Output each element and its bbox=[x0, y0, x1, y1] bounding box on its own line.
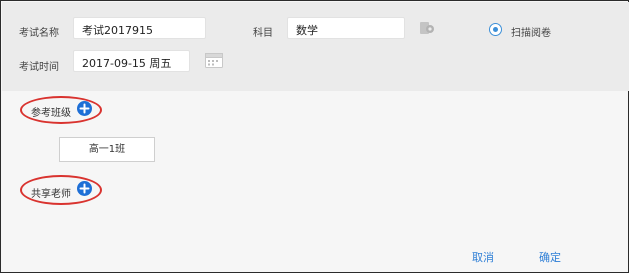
class-chip[interactable]: 高一1班 bbox=[59, 137, 155, 162]
exam-time-label: 考试时间 bbox=[19, 62, 59, 73]
exam-name-label: 考试名称 bbox=[19, 28, 59, 39]
shared-teachers-title: 共享老师 bbox=[31, 189, 71, 200]
subject-label: 科目 bbox=[253, 28, 273, 39]
cancel-button[interactable]: 取消 bbox=[472, 249, 494, 265]
dialog: 考试名称 考试2017915 科目 数学 扫描阅卷 考试时间 2017-09-1… bbox=[0, 0, 629, 273]
scan-grading-radio[interactable] bbox=[489, 23, 502, 36]
confirm-button[interactable]: 确定 bbox=[539, 249, 561, 265]
add-teacher-plus-icon[interactable] bbox=[77, 181, 92, 196]
subject-select[interactable]: 数学 bbox=[287, 17, 405, 39]
add-class-plus-icon[interactable] bbox=[77, 101, 92, 116]
settings-gear-icon[interactable] bbox=[419, 20, 435, 39]
scan-grading-label: 扫描阅卷 bbox=[511, 28, 551, 39]
exam-date-input[interactable]: 2017-09-15 周五 bbox=[73, 50, 190, 72]
exam-name-input[interactable]: 考试2017915 bbox=[73, 17, 206, 39]
participating-classes-title: 参考班级 bbox=[31, 108, 71, 119]
calendar-icon[interactable] bbox=[205, 53, 223, 71]
exam-info-header bbox=[2, 2, 629, 91]
